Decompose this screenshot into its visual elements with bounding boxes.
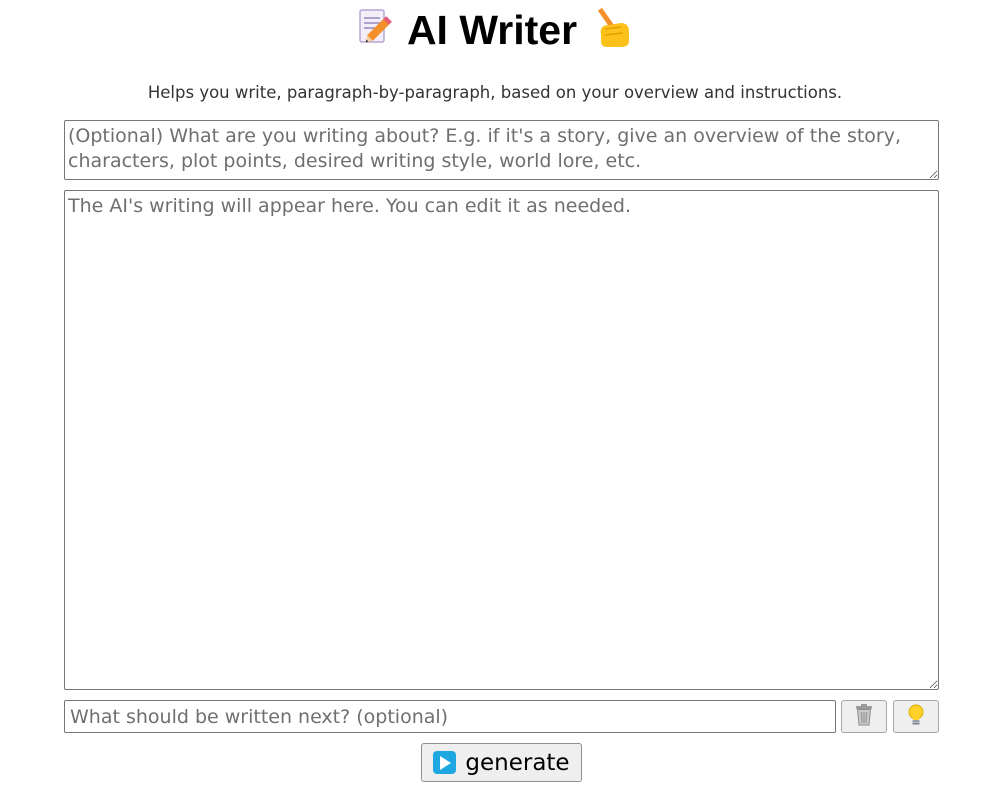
memo-pencil-icon xyxy=(355,7,393,53)
trash-can-icon xyxy=(854,704,874,729)
clear-button[interactable] xyxy=(841,700,887,733)
generate-label: generate xyxy=(465,749,570,776)
light-bulb-icon xyxy=(907,704,925,729)
idea-button[interactable] xyxy=(893,700,939,733)
overview-textarea[interactable] xyxy=(64,120,939,180)
page-header: AI Writer xyxy=(0,4,990,56)
writing-hand-icon xyxy=(591,5,635,55)
page-subtitle: Helps you write, paragraph-by-paragraph,… xyxy=(147,83,843,102)
output-textarea[interactable] xyxy=(64,190,939,690)
play-button-icon xyxy=(433,751,457,774)
generate-button[interactable]: generate xyxy=(421,743,582,782)
page-title: AI Writer xyxy=(406,6,578,53)
next-instruction-input[interactable] xyxy=(64,700,836,733)
